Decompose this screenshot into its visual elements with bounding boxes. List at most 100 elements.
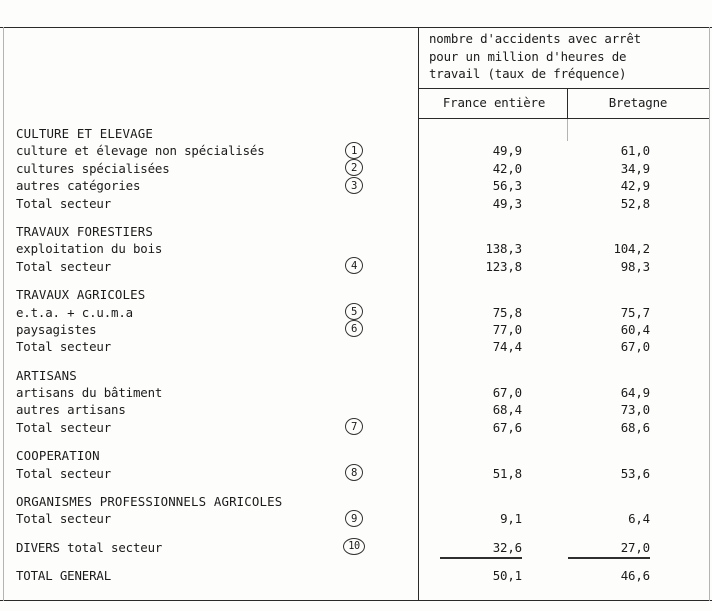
section-label: ARTISANS [16, 367, 77, 383]
table-row: Total secteur 49,3 52,8 [0, 195, 712, 212]
table-row: Total secteur 9 9,1 6,4 [0, 509, 712, 527]
row-label: Total secteur [16, 511, 112, 527]
row-spacer [0, 436, 712, 447]
table-row: Total secteur 4 123,8 98,3 [0, 257, 712, 275]
row-label: DIVERS total secteur [16, 539, 163, 555]
header-caption: nombre d'accidents avec arrêt pour un mi… [429, 31, 641, 82]
table-row: DIVERS total secteur 10 32,6 27,0 [0, 538, 712, 560]
value-bretagne: 52,8 [620, 195, 650, 211]
row-label: autres catégories [16, 178, 141, 194]
value-france-entiere: 74,4 [492, 339, 522, 355]
table-row: autres catégories 3 56,3 42,9 [0, 176, 712, 194]
value-bretagne: 73,0 [620, 402, 650, 418]
value-bretagne: 34,9 [620, 160, 650, 176]
reference-number-circle: 2 [345, 159, 363, 177]
column-header-bretagne: Bretagne [608, 95, 668, 110]
section-label: COOPERATION [16, 448, 100, 464]
value-france-entiere: 123,8 [485, 258, 522, 274]
reference-number-circle: 10 [343, 538, 365, 556]
table-row: Total secteur 7 67,6 68,6 [0, 418, 712, 436]
table-row: cultures spécialisées 2 42,0 34,9 [0, 159, 712, 177]
section-header-row: COOPERATION [0, 447, 712, 464]
section-header-row: TRAVAUX FORESTIERS [0, 223, 712, 240]
value-france-entiere: 67,6 [492, 419, 522, 435]
row-label: cultures spécialisées [16, 160, 170, 176]
reference-number-circle: 1 [345, 141, 363, 159]
section-header-row: ARTISANS [0, 367, 712, 384]
value-bretagne: 60,4 [620, 321, 650, 337]
reference-number-circle: 8 [345, 464, 363, 482]
value-bretagne: 98,3 [620, 258, 650, 274]
row-label: Total secteur [16, 258, 112, 274]
value-bretagne: 42,9 [620, 178, 650, 194]
value-france-entiere: 51,8 [492, 465, 522, 481]
row-spacer [0, 275, 712, 286]
value-bretagne: 104,2 [613, 241, 650, 257]
table-row: paysagistes 6 77,0 60,4 [0, 320, 712, 338]
section-header-row: TRAVAUX AGRICOLES [0, 286, 712, 303]
row-label: exploitation du bois [16, 241, 163, 257]
table-row: Total secteur 74,4 67,0 [0, 338, 712, 355]
value-bretagne: 61,0 [620, 143, 650, 159]
table-row: artisans du bâtiment 67,0 64,9 [0, 384, 712, 401]
row-label: paysagistes [16, 321, 97, 337]
value-france-entiere: 56,3 [492, 178, 522, 194]
reference-number-circle: 4 [345, 257, 363, 275]
value-france-entiere: 32,6 [432, 539, 522, 560]
table-top-border [0, 27, 712, 29]
reference-number-circle: 7 [345, 418, 363, 436]
header-columns-rule [419, 118, 709, 120]
table-row: e.t.a. + c.u.m.a 5 75,8 75,7 [0, 303, 712, 321]
row-label: autres artisans [16, 402, 126, 418]
value-bretagne: 46,6 [620, 568, 650, 584]
table-row: autres artisans 68,4 73,0 [0, 401, 712, 418]
header-column-divider [567, 89, 569, 118]
table-bottom-border [0, 600, 712, 602]
section-label: CULTURE ET ELEVAGE [16, 126, 153, 141]
row-label: culture et élevage non spécialisés [16, 143, 265, 159]
value-bretagne: 67,0 [620, 339, 650, 355]
header-caption-rule [419, 88, 709, 90]
table-row: exploitation du bois 138,3 104,2 [0, 240, 712, 257]
reference-number-circle: 9 [345, 509, 363, 527]
value-bretagne: 75,7 [620, 304, 650, 320]
value-france-entiere: 49,9 [492, 143, 522, 159]
value-bretagne: 53,6 [620, 465, 650, 481]
row-label: Total secteur [16, 195, 112, 211]
section-label: TRAVAUX FORESTIERS [16, 223, 153, 239]
row-spacer [0, 556, 712, 567]
row-label: Total secteur [16, 339, 112, 355]
reference-number-circle: 5 [345, 303, 363, 321]
value-france-entiere: 49,3 [492, 195, 522, 211]
value-france-entiere: 9,1 [500, 511, 522, 527]
section-header-row: CULTURE ET ELEVAGE [0, 125, 712, 142]
row-label: Total secteur [16, 465, 112, 481]
row-label: artisans du bâtiment [16, 385, 163, 401]
reference-number-circle: 3 [345, 176, 363, 194]
row-label: e.t.a. + c.u.m.a [16, 304, 133, 320]
row-label: TOTAL GENERAL [16, 568, 112, 584]
row-spacer [0, 212, 712, 223]
value-france-entiere: 138,3 [485, 241, 522, 257]
value-bretagne: 64,9 [620, 385, 650, 401]
row-label: Total secteur [16, 419, 112, 435]
table-row: TOTAL GENERAL 50,1 46,6 [0, 567, 712, 584]
table-row: Total secteur 8 51,8 53,6 [0, 464, 712, 482]
reference-number-circle: 6 [345, 320, 363, 338]
value-france-entiere: 42,0 [492, 160, 522, 176]
value-bretagne: 27,0 [560, 539, 650, 560]
table-row: culture et élevage non spécialisés 1 49,9 6… [0, 141, 712, 159]
value-france-entiere: 50,1 [492, 568, 522, 584]
table-body: CULTURE ET ELEVAGE culture et élevage non… [0, 125, 712, 585]
section-label: TRAVAUX AGRICOLES [16, 287, 146, 303]
section-header-row: ORGANISMES PROFESSIONNELS AGRICOLES [0, 493, 712, 510]
value-france-entiere: 68,4 [492, 402, 522, 418]
value-bretagne: 6,4 [628, 511, 650, 527]
section-label: ORGANISMES PROFESSIONNELS AGRICOLES [16, 494, 283, 510]
value-france-entiere: 67,0 [492, 385, 522, 401]
value-bretagne: 68,6 [620, 419, 650, 435]
value-france-entiere: 77,0 [492, 321, 522, 337]
value-france-entiere: 75,8 [492, 304, 522, 320]
row-spacer [0, 482, 712, 493]
scanned-table-page: nombre d'accidents avec arrêt pour un mi… [0, 0, 712, 611]
